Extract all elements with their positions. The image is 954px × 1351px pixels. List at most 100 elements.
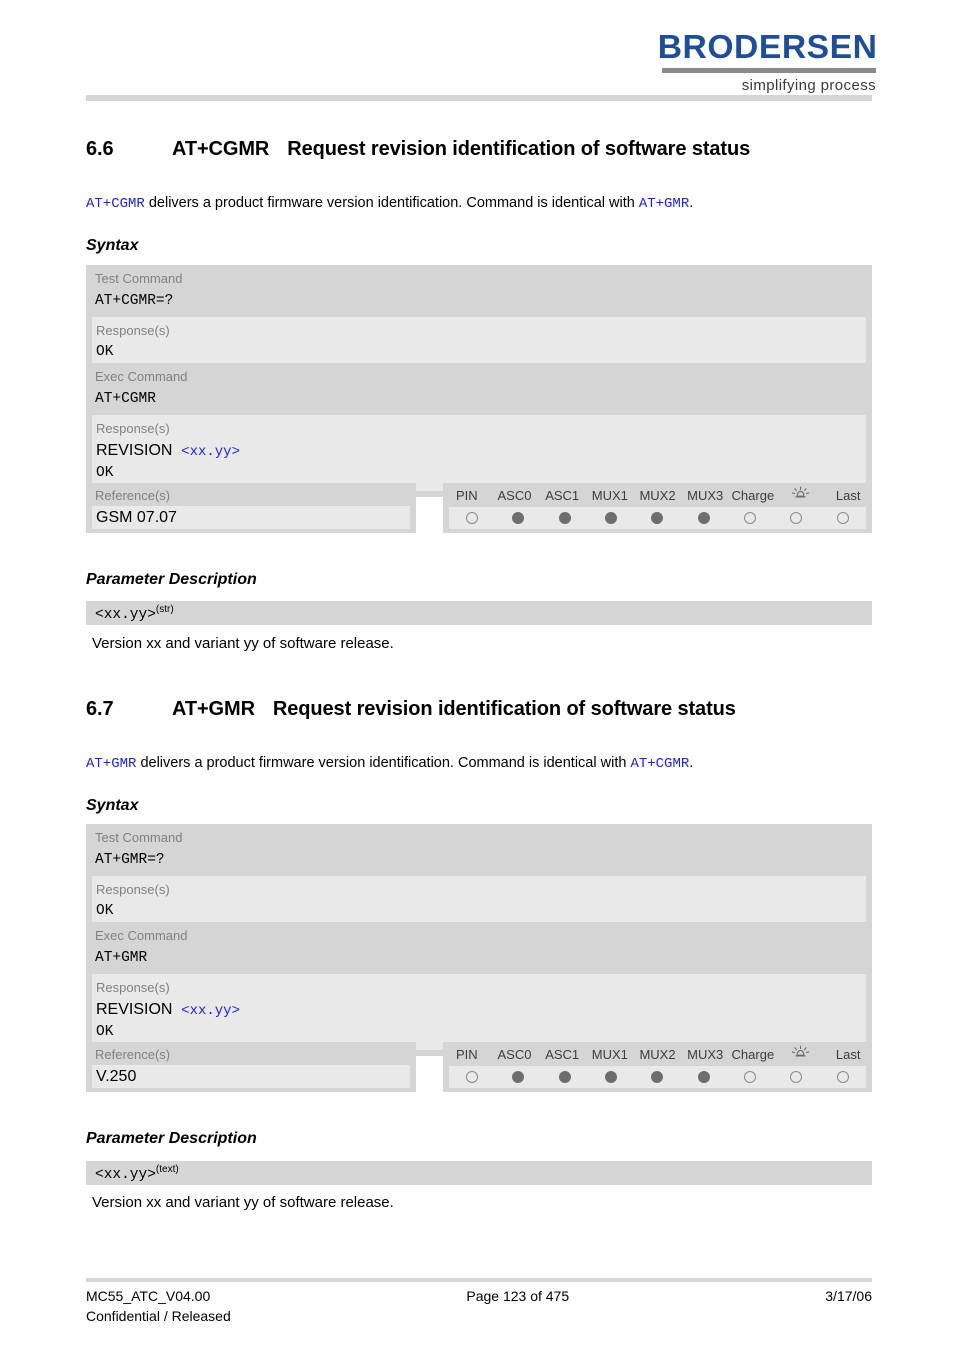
header-divider [86,95,872,101]
capability-header-asc0-0: ASC0 [497,487,532,503]
param-heading-0: Parameter Description [86,571,257,588]
capability-dot-mux2-0 [634,512,680,524]
capability-dot-alarm-0 [773,512,819,524]
capability-dot-mux2-1 [634,1071,680,1083]
alarm-icon [777,1045,825,1064]
param-name-0: <xx.yy>(str) [86,601,872,624]
param-description-1: Version xx and variant yy of software re… [92,1194,394,1211]
capability-dot-pin-1 [449,1071,495,1083]
capability-dots-1 [449,1066,866,1088]
section-heading-1: 6.7 AT+GMR Request revision identification… [86,698,886,721]
exec-response-revision-0: REVISION <xx.yy> [92,439,866,462]
exec-response-label-1: Response(s) [96,979,170,995]
capability-header-pin-0: PIN [456,487,478,503]
section-title-1: Request revision identification of softw… [272,698,736,720]
section-command-0: AT+CGMR [172,138,270,160]
capability-dot-alarm-1 [773,1071,819,1083]
exec-response-label-0: Response(s) [96,420,170,436]
dot-filled-icon [605,512,618,524]
capability-header-alarm-1 [777,1045,825,1064]
test-response-sub-0: Response(s) OK [92,316,866,369]
brodersen-logo: BRODERSEN simplifying process [658,30,877,93]
dot-empty-icon [836,512,849,524]
test-command-value-0: AT+CGMR=? [95,292,174,309]
param-description-0: Version xx and variant yy of software re… [92,635,394,652]
capability-dot-charge-0 [727,512,773,524]
intro-text-mid-0: delivers a product firmware version iden… [144,195,639,211]
capability-headers-1: PIN ASC0 ASC1 MUX1 MUX2 MUX3 Charge Last [443,1045,872,1064]
param-name-text-0: <xx.yy> [95,606,156,623]
page-header: BRODERSEN simplifying process [0,0,954,101]
dot-empty-icon [790,512,803,524]
capability-header-mux3-1: MUX3 [687,1046,724,1062]
exec-command-value-1: AT+GMR [95,949,148,966]
footer-divider [86,1278,872,1282]
capability-box-0: PIN ASC0 ASC1 MUX1 MUX2 MUX3 Charge Last [443,483,872,533]
dot-filled-icon [605,1071,618,1083]
param-type-1: (text) [155,1164,179,1175]
capability-dot-last-1 [820,1071,866,1083]
intro-code-lead-1: AT+GMR [86,756,137,772]
footer-row-secondary: Confidential / Released [86,1306,872,1326]
dot-empty-icon [790,1071,803,1083]
exec-revision-param-1: <xx.yy> [181,1003,240,1020]
dot-filled-icon [512,1071,525,1083]
dot-empty-icon [466,512,479,524]
reference-label-0: Reference(s) [95,488,171,503]
capability-header-alarm-0 [777,486,825,505]
reference-label-1: Reference(s) [95,1047,171,1062]
footer-row-primary: MC55_ATC_V04.00 Page 123 of 475 3/17/06 [86,1286,872,1306]
test-response-label-0: Response(s) [96,322,170,338]
capability-header-last-1: Last [835,1046,861,1062]
reference-capability-row-0: Reference(s) GSM 07.07 PIN ASC0 ASC1 MUX… [86,483,872,533]
capability-dot-mux1-1 [588,1071,634,1083]
param-heading-1: Parameter Description [86,1130,257,1147]
dot-filled-icon [512,512,525,524]
test-command-value-1: AT+GMR=? [95,851,165,868]
section-number-1: 6.7 [86,698,114,720]
capability-headers-0: PIN ASC0 ASC1 MUX1 MUX2 MUX3 Charge Last [443,486,872,505]
footer-page-number: Page 123 of 475 [466,1288,570,1304]
syntax-heading-1: Syntax [86,797,139,814]
exec-response-sub-0: Response(s) REVISION <xx.yy> OK [92,414,866,491]
intro-code-tail-1: AT+CGMR [630,756,690,772]
exec-command-block-1: Exec Command AT+GMR Response(s) REVISION… [86,922,872,1056]
exec-response-sub-1: Response(s) REVISION <xx.yy> OK [92,973,866,1050]
reference-value-0: GSM 07.07 [96,509,177,526]
capability-box-1: PIN ASC0 ASC1 MUX1 MUX2 MUX3 Charge Last [443,1042,872,1092]
section-intro-0: AT+CGMR delivers a product firmware vers… [86,195,886,212]
capability-header-mux3-0: MUX3 [687,487,724,503]
capability-header-charge-1: Charge [731,1046,775,1062]
test-command-label-0: Test Command [95,271,183,286]
test-command-label-1: Test Command [95,830,183,845]
param-name-bar-0: <xx.yy>(str) [86,601,872,625]
dot-empty-icon [744,512,757,524]
capability-header-last-0: Last [835,487,861,503]
exec-revision-param-0: <xx.yy> [181,444,240,461]
capability-dot-asc1-1 [542,1071,588,1083]
capability-header-charge-0: Charge [731,487,775,503]
intro-text-end-0: . [689,195,694,211]
param-name-bar-1: <xx.yy>(text) [86,1161,872,1185]
exec-command-block-0: Exec Command AT+CGMR Response(s) REVISIO… [86,363,872,497]
section-intro-1: AT+GMR delivers a product firmware versi… [86,755,886,772]
capability-header-pin-1: PIN [456,1046,478,1062]
reference-box-1: Reference(s) V.250 [86,1042,416,1092]
capability-dots-0 [449,507,866,529]
section-title-0: Request revision identification of softw… [287,138,751,160]
intro-code-lead-0: AT+CGMR [86,196,145,212]
syntax-heading-0: Syntax [86,237,139,254]
exec-revision-word-0: REVISION [96,442,173,460]
exec-revision-word-1: REVISION [96,1001,173,1019]
section-heading-0: 6.6 AT+CGMR Request revision identificatio… [86,138,886,161]
dot-filled-icon [697,512,710,524]
document-page: BRODERSEN simplifying process 6.6 AT+CGMR… [0,0,954,1351]
capability-dot-mux3-0 [681,512,727,524]
capability-header-mux2-1: MUX2 [639,1046,676,1062]
exec-command-value-0: AT+CGMR [95,390,156,407]
capability-dot-asc0-0 [495,512,541,524]
brand-rule [662,68,876,73]
capability-dot-pin-0 [449,512,495,524]
footer-classification: Confidential / Released [86,1308,231,1325]
intro-text-end-1: . [689,755,694,771]
